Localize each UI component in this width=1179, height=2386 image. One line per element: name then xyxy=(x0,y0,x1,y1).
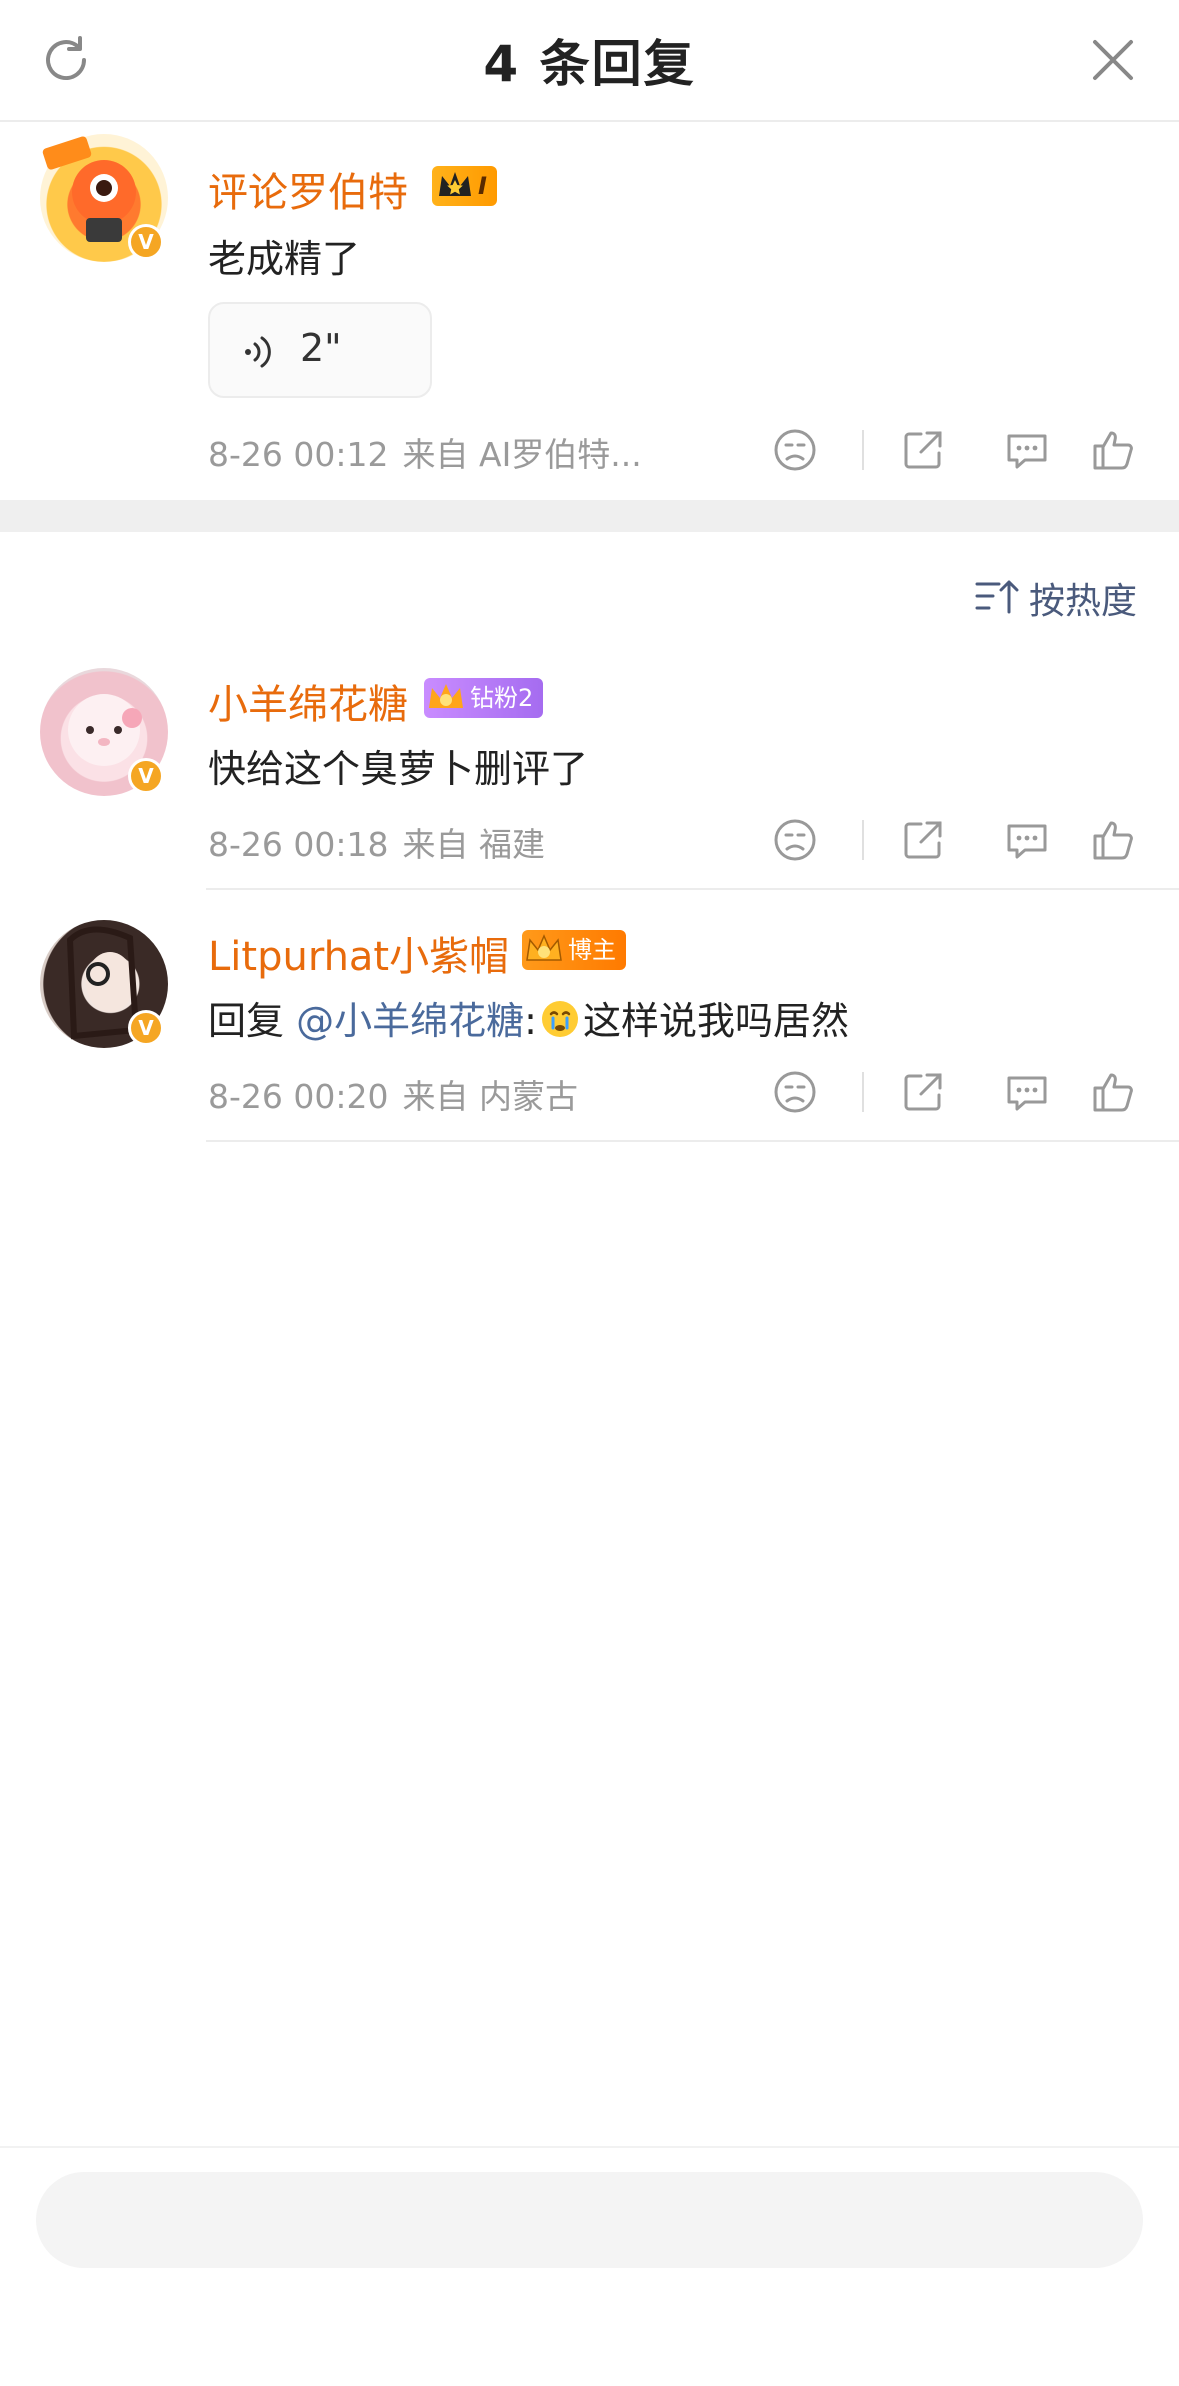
fan-level-badge[interactable]: I xyxy=(432,166,497,206)
comment-meta: 8-26 00:12 来自 AI罗伯特... xyxy=(208,428,656,476)
verified-badge: V xyxy=(128,758,164,794)
reply-item: V 小羊绵花糖 钻粉2 快给这个臭萝卜删评了 8-26 00:18 来自 福建 xyxy=(0,660,1179,890)
dislike-button[interactable] xyxy=(769,1066,821,1118)
share-icon xyxy=(904,821,942,859)
share-button[interactable] xyxy=(897,424,949,476)
mention-colon: : xyxy=(524,999,537,1043)
reply-button[interactable] xyxy=(1001,814,1053,866)
username[interactable]: 评论罗伯特 xyxy=(208,160,408,218)
reply-prefix: 回复 xyxy=(208,999,285,1043)
comment-icon xyxy=(1007,1076,1047,1111)
sheet-title: 4 条回复 xyxy=(483,35,696,93)
voice-wave-icon xyxy=(245,336,271,368)
row-divider xyxy=(206,1140,1179,1142)
reply-date: 8-26 00:18 xyxy=(208,825,389,864)
comment-icon xyxy=(1007,434,1047,469)
username[interactable]: Litpurhat小紫帽 xyxy=(208,924,509,982)
comment-actions xyxy=(739,420,1139,480)
reply-actions xyxy=(739,1062,1139,1122)
sad-face-icon xyxy=(774,1071,816,1113)
reply-meta: 8-26 00:18 来自 福建 xyxy=(208,818,559,866)
badge-label: I xyxy=(478,172,487,200)
voice-duration: 2" xyxy=(300,326,342,370)
reply-text: 回复 @小羊绵花糖: 这样说我吗居然 xyxy=(208,990,849,1045)
reply-sheet: 4 条回复 V 评论罗伯特 I 老成精了 2" 8-26 00:12 来自 AI… xyxy=(0,0,1179,2386)
share-icon xyxy=(904,431,942,469)
crown-icon xyxy=(526,934,562,961)
crown-icon xyxy=(429,684,463,708)
blogger-badge[interactable]: 博主 xyxy=(522,930,626,970)
username[interactable]: 小羊绵花糖 xyxy=(208,672,408,730)
badge-label: 钻粉2 xyxy=(470,684,534,712)
comment-source: 来自 AI罗伯特... xyxy=(402,435,642,474)
reply-date: 8-26 00:20 xyxy=(208,1077,389,1116)
thumbs-up-icon xyxy=(1093,821,1133,860)
action-divider xyxy=(862,1072,864,1112)
badge-label: 博主 xyxy=(568,936,616,964)
like-button[interactable] xyxy=(1087,424,1139,476)
action-divider xyxy=(862,430,864,470)
mention-link[interactable]: @小羊绵花糖 xyxy=(296,999,524,1043)
reply-source: 来自 福建 xyxy=(402,825,546,864)
dislike-button[interactable] xyxy=(769,814,821,866)
comment-input-bar xyxy=(0,2146,1179,2386)
reply-button[interactable] xyxy=(1001,1066,1053,1118)
reply-meta: 8-26 00:20 来自 内蒙古 xyxy=(208,1070,592,1118)
action-divider xyxy=(862,820,864,860)
reply-text: 快给这个臭萝卜删评了 xyxy=(208,747,589,791)
dislike-button[interactable] xyxy=(769,424,821,476)
comment-input[interactable] xyxy=(36,2172,1143,2268)
like-button[interactable] xyxy=(1087,1066,1139,1118)
thumbs-up-icon xyxy=(1093,431,1133,470)
comment-icon xyxy=(1007,824,1047,859)
share-button[interactable] xyxy=(897,1066,949,1118)
verified-badge: V xyxy=(128,224,164,260)
row-divider xyxy=(206,888,1179,890)
like-button[interactable] xyxy=(1087,814,1139,866)
reply-actions xyxy=(739,810,1139,870)
share-button[interactable] xyxy=(897,814,949,866)
reply-body: 这样说我吗居然 xyxy=(582,999,849,1043)
comment-date: 8-26 00:12 xyxy=(208,435,389,474)
reply-source: 来自 内蒙古 xyxy=(402,1077,579,1116)
voice-message[interactable]: 2" xyxy=(208,302,432,398)
sheet-header: 4 条回复 xyxy=(0,0,1179,122)
reply-item: V Litpurhat小紫帽 博主 回复 @小羊绵花糖: 这样说我吗居然 8-26… xyxy=(0,912,1179,1142)
sort-button[interactable]: 按热度 xyxy=(975,570,1137,622)
verified-badge: V xyxy=(128,1010,164,1046)
crown-icon xyxy=(439,172,471,196)
close-button[interactable] xyxy=(1083,30,1143,90)
sad-face-icon xyxy=(774,819,816,861)
fan-level-badge[interactable]: 钻粉2 xyxy=(424,678,544,718)
comment-text: 老成精了 xyxy=(208,237,361,281)
sort-label: 按热度 xyxy=(1029,581,1138,622)
sad-face-icon xyxy=(774,429,816,471)
crying-emoji-icon xyxy=(541,1001,578,1037)
main-comment: V 评论罗伯特 I 老成精了 2" 8-26 00:12 来自 AI罗伯特... xyxy=(0,122,1179,500)
share-icon xyxy=(904,1073,942,1111)
close-icon xyxy=(1093,40,1133,80)
thumbs-up-icon xyxy=(1093,1073,1133,1112)
reply-button[interactable] xyxy=(1001,424,1053,476)
section-separator xyxy=(0,500,1179,532)
sort-icon xyxy=(975,580,1019,614)
